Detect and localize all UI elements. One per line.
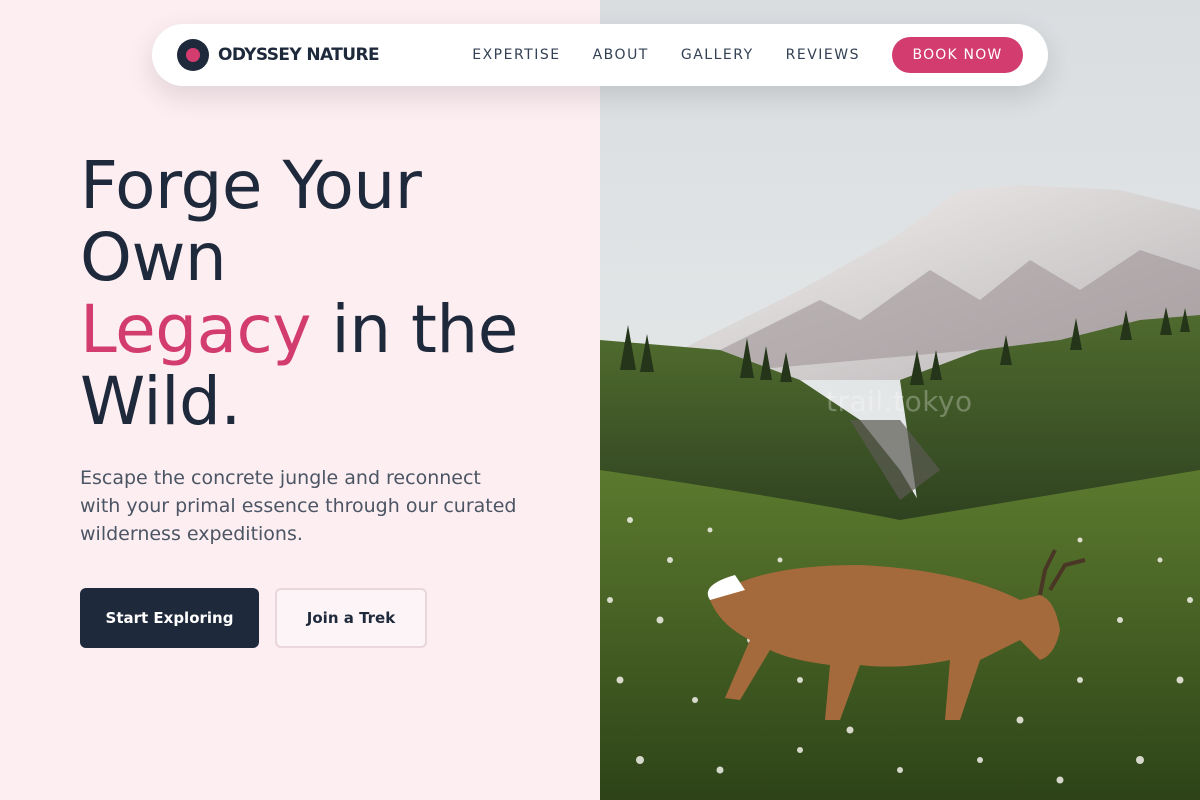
nav-link-expertise[interactable]: EXPERTISE — [472, 47, 560, 63]
book-now-button[interactable]: BOOK NOW — [892, 37, 1023, 73]
nav-link-reviews[interactable]: REVIEWS — [786, 47, 860, 63]
circle-dot-logo-icon — [177, 39, 209, 71]
nav-link-gallery[interactable]: GALLERY — [681, 47, 754, 63]
brand[interactable]: ODYSSEY NATURE — [177, 39, 380, 71]
navbar: ODYSSEY NATURE EXPERTISE ABOUT GALLERY R… — [152, 24, 1048, 86]
join-trek-button[interactable]: Join a Trek — [275, 588, 427, 648]
start-exploring-button[interactable]: Start Exploring — [80, 588, 259, 648]
hero-subtitle: Escape the concrete jungle and reconnect… — [80, 467, 517, 545]
nav-links: EXPERTISE ABOUT GALLERY REVIEWS — [472, 47, 860, 63]
logo-dot — [186, 48, 200, 62]
headline-accent: Legacy — [80, 291, 311, 368]
nav-link-about[interactable]: ABOUT — [593, 47, 649, 63]
headline-part-1: Forge Your Own — [80, 147, 422, 296]
watermark-text: trail.tokyo — [826, 385, 973, 418]
hero-photo-mountain-deer: trail.tokyo — [600, 0, 1200, 800]
brand-name: ODYSSEY NATURE — [218, 45, 380, 65]
hero-headline: Forge Your Own Legacy in the Wild. — [80, 150, 580, 438]
